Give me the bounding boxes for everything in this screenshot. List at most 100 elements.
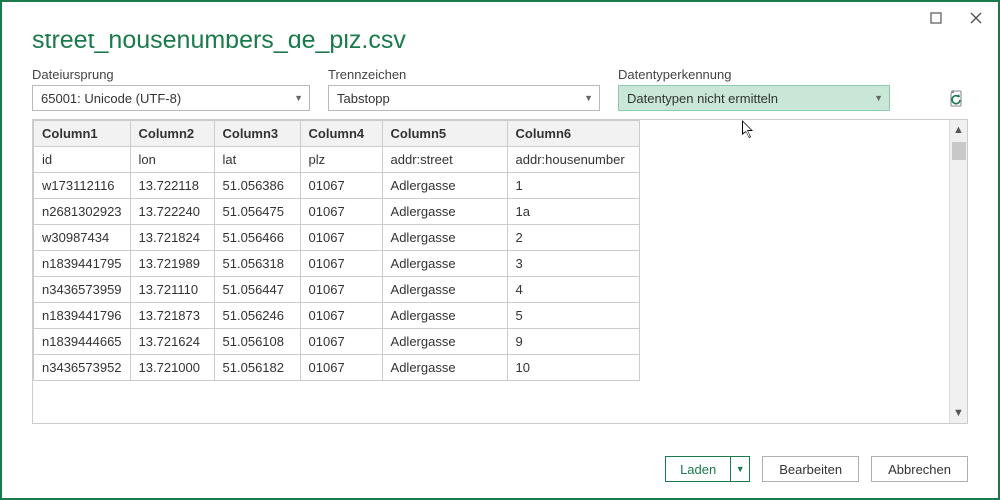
chevron-down-icon: ▼: [294, 93, 303, 103]
refresh-button[interactable]: [946, 87, 968, 111]
table-cell: 51.056475: [214, 199, 300, 225]
table-cell: n1839441795: [34, 251, 131, 277]
chevron-down-icon: ▼: [584, 93, 593, 103]
table-row[interactable]: idlonlatplzaddr:streetaddr:housenumber: [34, 147, 640, 173]
table-cell: 13.722118: [130, 173, 214, 199]
chevron-down-icon: ▼: [874, 93, 883, 103]
delimiter-value: Tabstopp: [337, 91, 390, 106]
table-cell: id: [34, 147, 131, 173]
datatype-dropdown[interactable]: Datentypen nicht ermitteln ▼: [618, 85, 890, 111]
control-origin: Dateiursprung 65001: Unicode (UTF-8) ▼: [32, 67, 310, 111]
column-header[interactable]: Column6: [507, 121, 639, 147]
table-cell: 13.721624: [130, 329, 214, 355]
table-row[interactable]: n183944179513.72198951.05631801067Adlerg…: [34, 251, 640, 277]
table-cell: 3: [507, 251, 639, 277]
table-cell: Adlergasse: [382, 199, 507, 225]
table-cell: Adlergasse: [382, 251, 507, 277]
table-cell: n3436573952: [34, 355, 131, 381]
table-row[interactable]: n343657395213.72100051.05618201067Adlerg…: [34, 355, 640, 381]
scroll-up-button[interactable]: ▲: [950, 120, 967, 140]
table-cell: 01067: [300, 277, 382, 303]
table-header-row: Column1 Column2 Column3 Column4 Column5 …: [34, 121, 640, 147]
table-cell: plz: [300, 147, 382, 173]
table-row[interactable]: n343657395913.72111051.05644701067Adlerg…: [34, 277, 640, 303]
table-cell: 2: [507, 225, 639, 251]
table-cell: Adlergasse: [382, 329, 507, 355]
table-row[interactable]: n183944466513.72162451.05610801067Adlerg…: [34, 329, 640, 355]
column-header[interactable]: Column4: [300, 121, 382, 147]
scrollbar[interactable]: ▲ ▼: [949, 120, 967, 423]
maximize-button[interactable]: [922, 6, 950, 30]
table-row[interactable]: w17311211613.72211851.05638601067Adlerga…: [34, 173, 640, 199]
delimiter-label: Trennzeichen: [328, 67, 600, 82]
cancel-button[interactable]: Abbrechen: [871, 456, 968, 482]
table-cell: 10: [507, 355, 639, 381]
table-cell: n1839444665: [34, 329, 131, 355]
table-cell: lon: [130, 147, 214, 173]
table-cell: lat: [214, 147, 300, 173]
origin-value: 65001: Unicode (UTF-8): [41, 91, 181, 106]
scroll-thumb[interactable]: [952, 142, 966, 160]
table-cell: n3436573959: [34, 277, 131, 303]
table-cell: Adlergasse: [382, 303, 507, 329]
delimiter-dropdown[interactable]: Tabstopp ▼: [328, 85, 600, 111]
table-cell: 4: [507, 277, 639, 303]
preview-table: Column1 Column2 Column3 Column4 Column5 …: [33, 120, 640, 381]
column-header[interactable]: Column2: [130, 121, 214, 147]
table-cell: 51.056466: [214, 225, 300, 251]
scroll-track[interactable]: [950, 140, 967, 403]
table-cell: 1: [507, 173, 639, 199]
table-cell: 51.056386: [214, 173, 300, 199]
table-cell: Adlergasse: [382, 225, 507, 251]
table-cell: 13.721110: [130, 277, 214, 303]
table-cell: 51.056182: [214, 355, 300, 381]
datatype-value: Datentypen nicht ermitteln: [627, 91, 778, 106]
table-cell: 01067: [300, 225, 382, 251]
column-header[interactable]: Column1: [34, 121, 131, 147]
table-cell: w30987434: [34, 225, 131, 251]
table-cell: 13.721989: [130, 251, 214, 277]
table-row[interactable]: n268130292313.72224051.05647501067Adlerg…: [34, 199, 640, 225]
table-cell: 01067: [300, 303, 382, 329]
table-cell: 5: [507, 303, 639, 329]
close-button[interactable]: [962, 6, 990, 30]
import-dialog: street_housenumbers_de_plz.csv Dateiursp…: [0, 0, 1000, 500]
table-cell: n2681302923: [34, 199, 131, 225]
table-cell: Adlergasse: [382, 173, 507, 199]
table-cell: w173112116: [34, 173, 131, 199]
table-row[interactable]: n183944179613.72187351.05624601067Adlerg…: [34, 303, 640, 329]
controls-row: Dateiursprung 65001: Unicode (UTF-8) ▼ T…: [32, 67, 968, 111]
table-cell: Adlergasse: [382, 277, 507, 303]
table-row[interactable]: w3098743413.72182451.05646601067Adlergas…: [34, 225, 640, 251]
titlebar: [2, 2, 998, 34]
table-cell: 9: [507, 329, 639, 355]
table-cell: 01067: [300, 329, 382, 355]
table-cell: addr:housenumber: [507, 147, 639, 173]
table-cell: 51.056246: [214, 303, 300, 329]
column-header[interactable]: Column3: [214, 121, 300, 147]
table-cell: addr:street: [382, 147, 507, 173]
control-datatype: Datentyperkennung Datentypen nicht ermit…: [618, 67, 890, 111]
table-cell: 51.056108: [214, 329, 300, 355]
table-cell: 13.721000: [130, 355, 214, 381]
origin-label: Dateiursprung: [32, 67, 310, 82]
load-button[interactable]: Laden: [666, 457, 731, 481]
datatype-label: Datentyperkennung: [618, 67, 890, 82]
control-delimiter: Trennzeichen Tabstopp ▼: [328, 67, 600, 111]
scroll-down-button[interactable]: ▼: [950, 403, 967, 423]
column-header[interactable]: Column5: [382, 121, 507, 147]
table-cell: 13.721824: [130, 225, 214, 251]
origin-dropdown[interactable]: 65001: Unicode (UTF-8) ▼: [32, 85, 310, 111]
load-dropdown-button[interactable]: ▼: [731, 457, 749, 481]
table-cell: 01067: [300, 251, 382, 277]
footer: Laden ▼ Bearbeiten Abbrechen: [2, 440, 998, 498]
table-cell: Adlergasse: [382, 355, 507, 381]
table-cell: n1839441796: [34, 303, 131, 329]
table-cell: 01067: [300, 355, 382, 381]
file-title: street_housenumbers_de_plz.csv: [32, 34, 968, 55]
edit-button[interactable]: Bearbeiten: [762, 456, 859, 482]
preview-table-container: Column1 Column2 Column3 Column4 Column5 …: [32, 119, 968, 424]
table-cell: 51.056318: [214, 251, 300, 277]
table-cell: 01067: [300, 173, 382, 199]
table-cell: 01067: [300, 199, 382, 225]
